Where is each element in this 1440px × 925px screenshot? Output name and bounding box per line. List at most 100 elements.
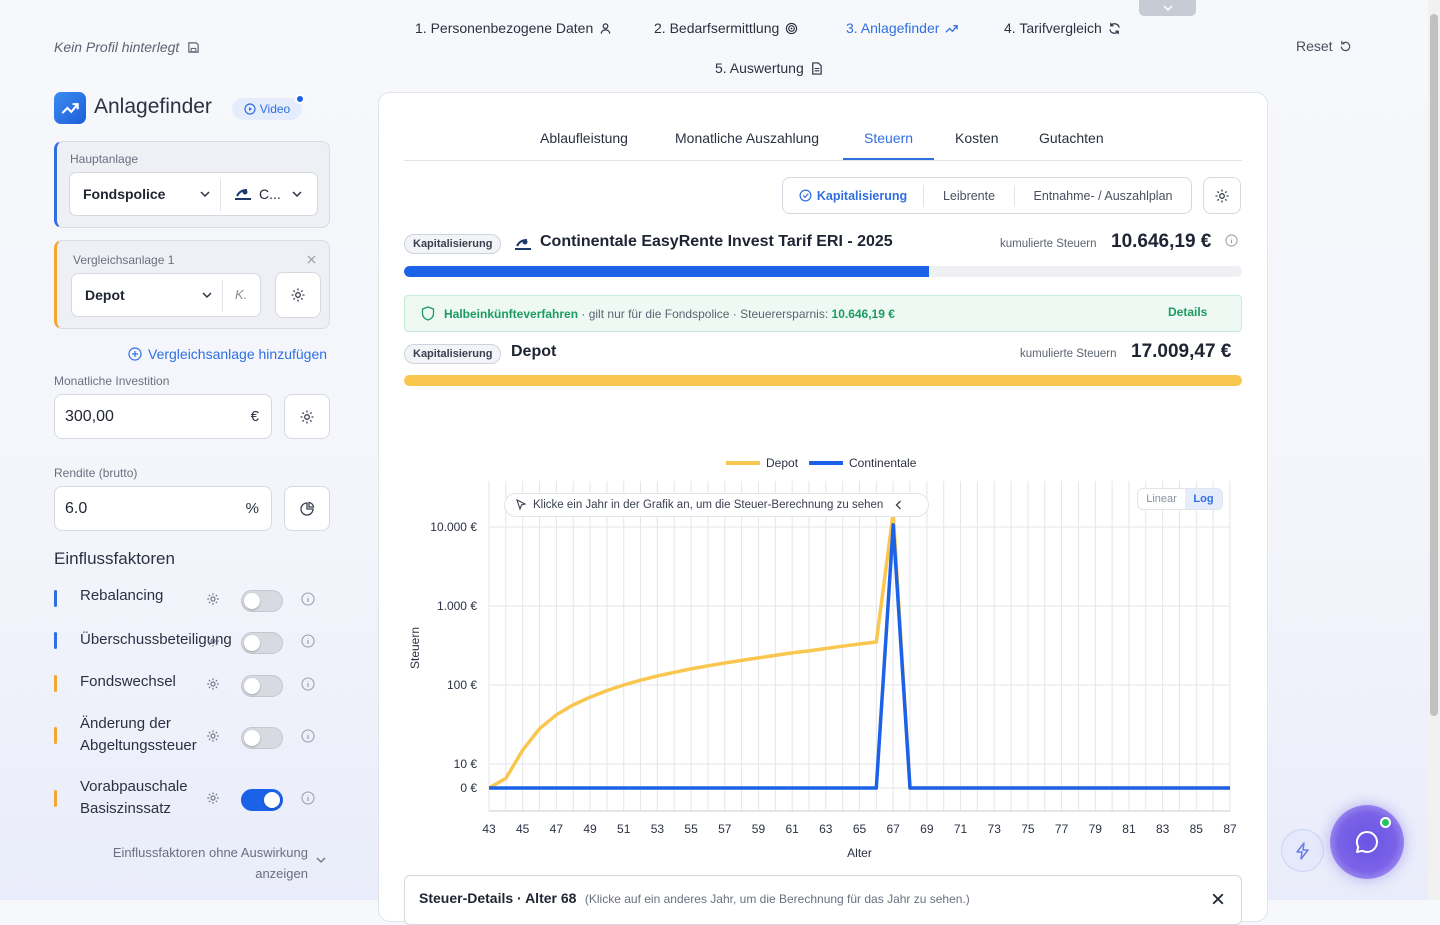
tabs-divider — [404, 160, 1242, 161]
fondswechsel-toggle[interactable] — [241, 675, 283, 697]
close-icon[interactable] — [307, 255, 316, 264]
step-personal-data[interactable]: 1. Personenbezogene Daten — [415, 20, 612, 36]
product2-name: Depot — [511, 343, 557, 360]
play-icon — [244, 103, 256, 115]
tab-ablaufleistung[interactable]: Ablaufleistung — [540, 130, 628, 146]
close-icon[interactable] — [1212, 893, 1224, 905]
reset-button[interactable]: Reset — [1296, 38, 1352, 54]
gear-icon — [1215, 189, 1229, 202]
quick-action-button[interactable] — [1281, 829, 1324, 872]
tab-gutachten[interactable]: Gutachten — [1039, 130, 1104, 146]
hauptanlage-card: Hauptanlage Fondspolice C... — [54, 141, 330, 228]
tab-kosten[interactable]: Kosten — [955, 130, 999, 146]
gear-icon — [300, 410, 314, 423]
x-tick-label: 43 — [482, 822, 496, 836]
monthly-input[interactable]: 300,00 € — [54, 394, 272, 439]
vergleichsanlage-label: Vergleichsanlage 1 — [73, 253, 175, 267]
tab-steuern[interactable]: Steuern — [864, 130, 913, 146]
rebalancing-toggle[interactable] — [241, 590, 283, 612]
details-link[interactable]: Details — [1168, 305, 1207, 319]
monthly-unit: € — [250, 408, 259, 425]
step-bedarfsermittlung[interactable]: 2. Bedarfsermittlung — [654, 20, 798, 36]
ueberschussbeteiligung-toggle[interactable] — [241, 632, 283, 654]
main-panel: Ablaufleistung Monatliche Auszahlung Ste… — [378, 92, 1268, 925]
cursor-icon — [516, 499, 527, 511]
vergleichsanlage-select[interactable]: Depot K. — [71, 273, 261, 317]
info-icon[interactable] — [1225, 234, 1238, 247]
scale-log-button[interactable]: Log — [1185, 489, 1222, 509]
abgeltungssteuer-toggle[interactable] — [241, 727, 283, 749]
profile-status[interactable]: Kein Profil hinterlegt — [54, 39, 200, 55]
info-icon[interactable] — [301, 634, 315, 648]
product2-kum-value: 17.009,47 € — [1131, 341, 1232, 362]
rendite-input[interactable]: 6.0 % — [54, 486, 272, 531]
rendite-chart-button[interactable] — [284, 486, 330, 531]
x-tick-label: 77 — [1055, 822, 1069, 836]
monthly-settings-button[interactable] — [284, 394, 330, 439]
hauptanlage-provider: C... — [259, 186, 281, 202]
step-auswertung[interactable]: 5. Auswertung — [715, 60, 823, 76]
vergleichsanlage-settings-button[interactable] — [275, 272, 321, 318]
rendite-value: 6.0 — [65, 500, 88, 517]
details-title: Steuer-Details · Alter 68 — [419, 890, 577, 906]
product1-kum-value: 10.646,19 € — [1111, 231, 1212, 252]
info-icon[interactable] — [301, 592, 315, 606]
page-scrollbar[interactable] — [1428, 0, 1440, 900]
product1-progress-track — [404, 266, 1242, 277]
online-indicator — [1380, 817, 1391, 828]
monthly-value: 300,00 — [65, 408, 114, 425]
trend-icon — [945, 24, 959, 33]
x-tick-label: 45 — [516, 822, 530, 836]
y-tick-label: 100 € — [447, 678, 477, 692]
halbeinkuenfte-info: Halbeinkünfteverfahren · gilt nur für di… — [404, 295, 1242, 332]
check-circle-icon — [799, 189, 812, 202]
segment-kapitalisierung[interactable]: Kapitalisierung — [783, 178, 923, 213]
scale-linear-button[interactable]: Linear — [1138, 489, 1185, 509]
product1-name: Continentale EasyRente Invest Tarif ERI … — [540, 233, 893, 250]
gear-icon[interactable] — [206, 592, 220, 606]
product1-progress-fill — [404, 266, 929, 277]
hauptanlage-product: Fondspolice — [83, 186, 166, 202]
reset-icon — [1340, 40, 1350, 51]
segment-entnahmeplan[interactable]: Entnahme- / Auszahlplan — [1015, 178, 1191, 213]
info-icon[interactable] — [301, 677, 315, 691]
gear-icon[interactable] — [206, 791, 220, 805]
chart-hint[interactable]: Klicke ein Jahr in der Grafik an, um die… — [504, 493, 929, 517]
video-button[interactable]: Video — [232, 98, 302, 120]
app-logo — [54, 92, 86, 124]
show-more-factors-link[interactable]: Einflussfaktoren ohne Auswirkung anzeige… — [96, 842, 308, 884]
factor-label: Rebalancing — [80, 587, 164, 604]
x-tick-label: 59 — [752, 822, 766, 836]
chat-button[interactable] — [1330, 805, 1404, 879]
shield-icon — [421, 306, 435, 321]
factor-fondswechsel: Fondswechsel — [54, 673, 324, 697]
step-anlagefinder[interactable]: 3. Anlagefinder — [846, 20, 959, 36]
x-tick-label: 51 — [617, 822, 631, 836]
add-comparison-link[interactable]: Vergleichsanlage hinzufügen — [128, 346, 327, 362]
chat-icon — [1355, 830, 1378, 853]
tax-settings-button[interactable] — [1203, 177, 1241, 214]
info-icon[interactable] — [301, 729, 315, 743]
product2-progress-track — [404, 375, 1242, 386]
x-tick-label: 81 — [1122, 822, 1136, 836]
factors-title: Einflussfaktoren — [54, 549, 175, 568]
info-icon[interactable] — [301, 791, 315, 805]
factor-abgeltungssteuer: Änderung der Abgeltungssteuer — [54, 713, 324, 759]
y-tick-label: 1.000 € — [437, 599, 477, 613]
gear-icon[interactable] — [206, 729, 220, 743]
x-tick-label: 71 — [954, 822, 968, 836]
gear-icon[interactable] — [206, 677, 220, 691]
y-tick-label: 0 € — [460, 781, 477, 795]
collapse-header-button[interactable] — [1139, 0, 1196, 16]
x-tick-label: 67 — [887, 822, 901, 836]
gear-icon[interactable] — [206, 634, 220, 648]
details-hint: (Klicke auf ein anderes Jahr, um die Ber… — [584, 892, 970, 906]
lightning-icon — [1295, 841, 1309, 860]
hauptanlage-select[interactable]: Fondspolice C... — [69, 172, 318, 216]
segment-leibrente[interactable]: Leibrente — [924, 178, 1014, 213]
vorabpauschale-toggle[interactable] — [241, 789, 283, 811]
tab-monatliche-auszahlung[interactable]: Monatliche Auszahlung — [675, 130, 819, 146]
step-tarifvergleich[interactable]: 4. Tarifvergleich — [1004, 20, 1121, 36]
refresh-icon — [1109, 22, 1120, 34]
factor-label: Fondswechsel — [80, 673, 176, 690]
